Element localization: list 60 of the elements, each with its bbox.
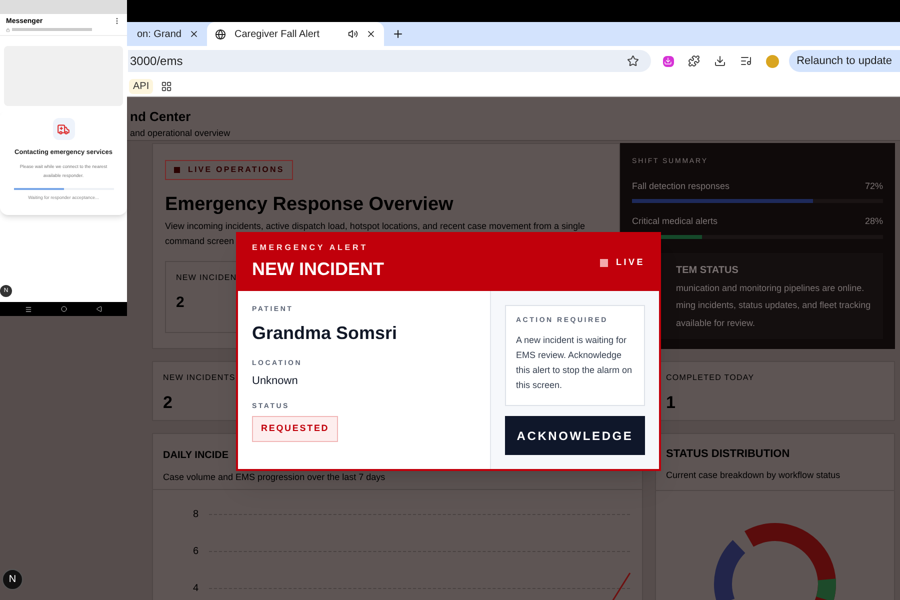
address-text: 3000/ems (130, 53, 184, 70)
speaker-icon[interactable] (348, 29, 358, 39)
stat-value: 1 (666, 392, 676, 414)
metric-label: Critical medical alerts (632, 215, 718, 228)
metric-label: Fall detection responses (632, 180, 730, 193)
stat-label: NEW INCIDENTS (163, 372, 236, 384)
action-text: A new incident is waiting for EMS review. Acknowledge this alert to stop the alarm on this screen. (516, 334, 634, 392)
close-icon[interactable] (366, 29, 376, 39)
system-status-title: TEM STATUS (676, 264, 740, 278)
alert-eyebrow: EMERGENCY ALERT (252, 242, 370, 254)
apps-grid-icon[interactable] (161, 80, 172, 92)
overview-title: Emergency Response Overview (165, 193, 454, 217)
browser-tab[interactable]: Caregiver Fall Alert (207, 22, 384, 46)
chart-subtitle: Case volume and EMS progression over the last 7 days (162, 471, 386, 484)
download-icon[interactable] (714, 55, 726, 67)
field-value: Unknown (252, 374, 299, 389)
system-status-text: available for review. (676, 316, 756, 330)
overview-description: command screen (165, 235, 234, 248)
back-icon[interactable] (96, 306, 102, 312)
globe-icon (215, 28, 226, 40)
system-status-text: munication and monitoring pipelines are online. (676, 282, 866, 295)
chart-title: DAILY INCIDE (162, 449, 230, 463)
relaunch-button[interactable]: Relaunch to update (788, 50, 900, 72)
address-bar[interactable]: 3000/ems (128, 50, 651, 72)
axis-tick-label: 4 (193, 582, 200, 596)
page-title: nd Center (130, 108, 192, 126)
ambulance-icon (52, 118, 74, 140)
extensions-icon[interactable] (688, 55, 700, 67)
bookmark[interactable]: API (129, 78, 154, 94)
media-icon[interactable] (740, 55, 752, 67)
page-subtitle: and operational overview (130, 126, 232, 140)
acknowledge-button[interactable]: ACKNOWLEDGE (505, 416, 645, 455)
stat-label: NEW INCIDEN (176, 272, 237, 284)
browser-tab[interactable]: on: Grand (129, 22, 208, 46)
tab-title: Caregiver Fall Alert (234, 28, 320, 42)
download-extension-icon[interactable] (662, 56, 674, 66)
axis-tick-label: 6 (193, 544, 200, 558)
chart-subtitle: Current case breakdown by workflow status (665, 468, 842, 482)
status-badge: REQUESTED (252, 416, 338, 442)
axis-tick-label: 8 (193, 508, 200, 522)
system-status-text: ming incidents, status updates, and fleet tracking (676, 299, 872, 312)
new-tab-icon[interactable] (392, 28, 404, 40)
stat-value: 2 (176, 293, 184, 313)
live-label: LIVE (616, 256, 645, 269)
home-icon[interactable] (60, 306, 67, 312)
live-indicator-icon (600, 258, 608, 266)
metric-value: 28% (864, 215, 883, 228)
patient-name: Grandma Somsri (252, 322, 398, 344)
live-operations-badge: LIVE OPERATIONS (165, 160, 294, 180)
close-icon[interactable] (189, 29, 200, 39)
stat-value: 2 (163, 392, 172, 414)
chart-title: STATUS DISTRIBUTION (665, 447, 791, 462)
metric-value: 72% (864, 180, 883, 192)
overview-description: View incoming incidents, active dispatch load, hotspot locations, and recent case movement from a single (165, 220, 586, 233)
alert-title: NEW INCIDENT (252, 258, 384, 281)
star-icon[interactable] (626, 55, 639, 67)
tab-title: on: Grand (137, 28, 182, 42)
lock-icon (6, 28, 10, 32)
menu-icon[interactable] (24, 306, 32, 312)
stat-label: COMPLETED TODAY (666, 372, 754, 384)
